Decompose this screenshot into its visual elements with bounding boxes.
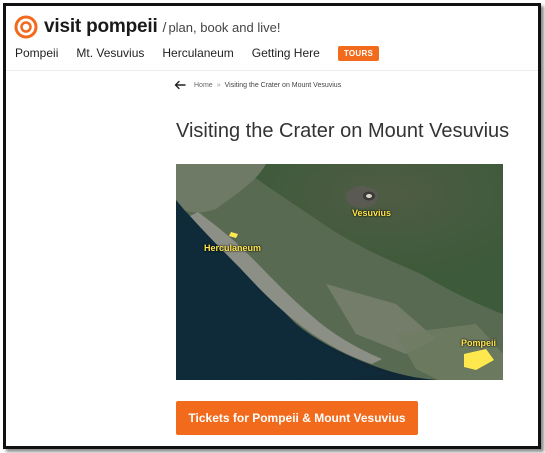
main-nav: Pompeii Mt. Vesuvius Herculaneum Getting… xyxy=(15,43,380,63)
browser-frame: visit pompeii / plan, book and live! Pom… xyxy=(3,3,541,449)
site-header: visit pompeii / plan, book and live! xyxy=(14,14,280,40)
nav-divider xyxy=(6,70,538,71)
page-title: Visiting the Crater on Mount Vesuvius xyxy=(176,120,510,142)
nav-item-pompeii[interactable]: Pompeii xyxy=(15,46,58,60)
map-label-herculaneum: Herculaneum xyxy=(204,243,262,253)
nav-item-herculaneum[interactable]: Herculaneum xyxy=(162,46,233,60)
nav-tours-button[interactable]: TOURS xyxy=(337,45,380,61)
map-label-vesuvius: Vesuvius xyxy=(352,208,392,218)
breadcrumb: Home » Visiting the Crater on Mount Vesu… xyxy=(174,79,341,91)
brand-name[interactable]: visit pompeii xyxy=(44,16,158,38)
breadcrumb-separator: » xyxy=(216,81,221,89)
tagline: plan, book and live! xyxy=(168,19,281,35)
breadcrumb-home-link[interactable]: Home xyxy=(194,82,213,89)
arrow-left-icon[interactable] xyxy=(174,79,186,91)
map-graphic xyxy=(176,164,503,380)
brand-separator: / xyxy=(162,19,167,35)
logo-icon[interactable] xyxy=(14,15,38,39)
tickets-button[interactable]: Tickets for Pompeii & Mount Vesuvius xyxy=(176,401,418,435)
breadcrumb-current: Visiting the Crater on Mount Vesuvius xyxy=(224,81,342,89)
satellite-map-image: Vesuvius Herculaneum Pompeii xyxy=(176,164,503,380)
map-label-pompeii: Pompeii xyxy=(461,338,497,348)
nav-item-mt-vesuvius[interactable]: Mt. Vesuvius xyxy=(76,46,144,60)
nav-item-getting-here[interactable]: Getting Here xyxy=(252,46,320,60)
